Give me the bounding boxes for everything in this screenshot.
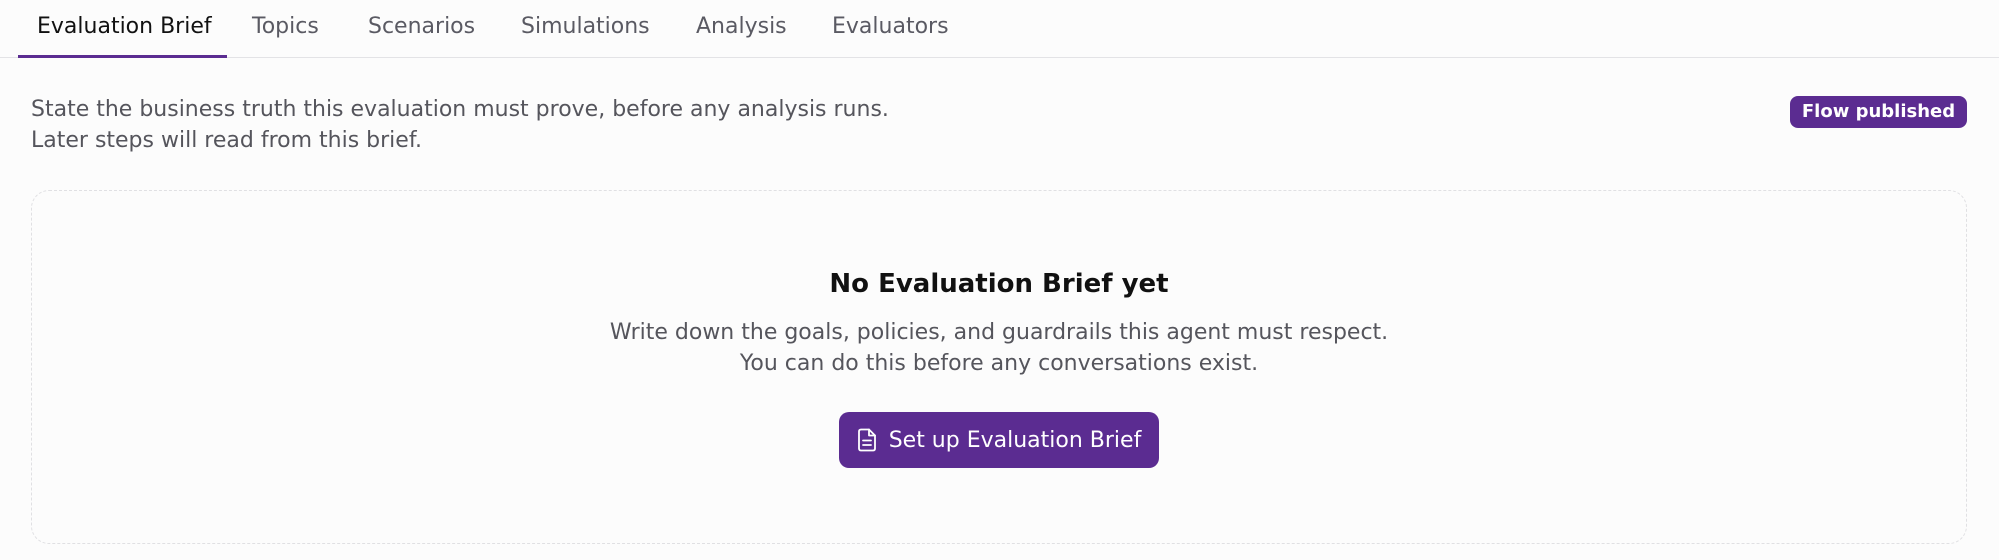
- tab-evaluators[interactable]: Evaluators: [832, 0, 949, 58]
- empty-state-title: No Evaluation Brief yet: [829, 269, 1169, 299]
- tab-analysis[interactable]: Analysis: [696, 0, 787, 58]
- intro-line-1: State the business truth this evaluation…: [31, 97, 889, 122]
- setup-evaluation-brief-button[interactable]: Set up Evaluation Brief: [839, 412, 1159, 468]
- tab-topics[interactable]: Topics: [252, 0, 319, 58]
- empty-state-description: Write down the goals, policies, and guar…: [32, 317, 1966, 379]
- setup-button-label: Set up Evaluation Brief: [888, 427, 1142, 453]
- empty-state-card: No Evaluation Brief yet Write down the g…: [31, 190, 1967, 544]
- tab-evaluation-brief[interactable]: Evaluation Brief: [18, 0, 227, 58]
- intro-line-2: Later steps will read from this brief.: [31, 128, 422, 153]
- tab-bar: Evaluation Brief Topics Scenarios Simula…: [0, 0, 1999, 58]
- empty-state-desc-line-2: You can do this before any conversations…: [739, 351, 1259, 376]
- page-intro: State the business truth this evaluation…: [31, 94, 889, 156]
- tab-scenarios[interactable]: Scenarios: [368, 0, 475, 58]
- tab-simulations[interactable]: Simulations: [521, 0, 650, 58]
- document-icon: [857, 428, 877, 452]
- status-badge: Flow published: [1790, 96, 1967, 128]
- empty-state-desc-line-1: Write down the goals, policies, and guar…: [609, 320, 1389, 345]
